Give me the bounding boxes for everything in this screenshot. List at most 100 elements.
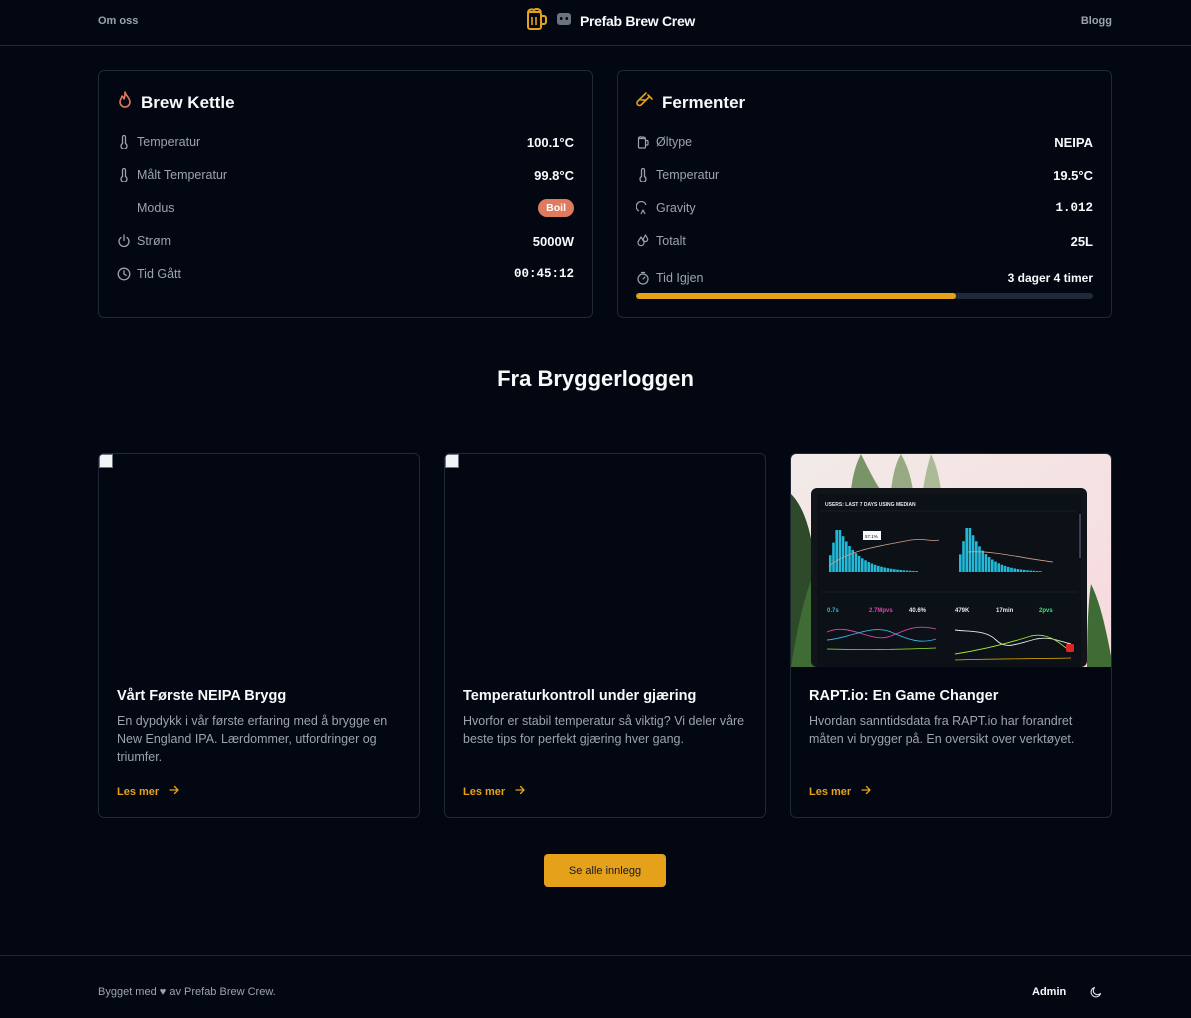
histogram-bar — [968, 528, 972, 572]
droplets-icon — [636, 234, 650, 248]
histogram-bar — [1016, 569, 1020, 572]
site-footer: Bygget med ♥ av Prefab Brew Crew. Admin — [0, 955, 1191, 1018]
histogram-bar — [1035, 570, 1039, 572]
histogram-bar — [889, 568, 893, 572]
clock-icon — [117, 267, 131, 281]
post-description: En dypdykk i vår første erfaring med å b… — [117, 714, 388, 764]
row-value: 19.5°C — [1053, 167, 1093, 183]
admin-link[interactable]: Admin — [1032, 986, 1066, 998]
histogram-bar — [902, 570, 906, 572]
row-label: Tid Gått — [137, 267, 181, 281]
row-label: Øltype — [656, 135, 693, 149]
histogram-bar — [1013, 568, 1016, 572]
card-title-text: Fermenter — [662, 92, 746, 112]
histogram-bar — [867, 562, 870, 572]
power-icon — [117, 234, 131, 248]
row-value: 00:45:12 — [513, 267, 574, 281]
histogram-bar — [991, 559, 994, 572]
gravity-icon — [636, 201, 650, 215]
fermenter-row-temperature: Temperatur 19.5°C — [636, 165, 1093, 185]
histogram-bar — [912, 570, 915, 572]
row-value: NEIPA — [1054, 134, 1093, 150]
histogram-bar — [987, 557, 991, 572]
dashboard-stat: 479K — [955, 608, 970, 614]
histogram-bar — [905, 570, 909, 572]
histogram-bar — [857, 555, 861, 572]
histogram-bar — [838, 530, 842, 572]
post-image-dashboard-photo: USERS: LAST 7 DAYS USING MEDIAN 57.1% 0.… — [791, 454, 1111, 667]
nav-link-om-oss[interactable]: Om oss — [98, 15, 138, 27]
brand-title: Prefab Brew Crew — [580, 13, 696, 29]
histogram-bar — [883, 567, 886, 572]
histogram-bar — [965, 528, 968, 572]
histogram-bar — [864, 560, 867, 572]
histogram-bar — [832, 542, 835, 572]
site-header: Om oss Prefab Brew Crew Blogg — [0, 0, 1191, 46]
post-description: Hvordan sanntidsdata fra RAPT.io har for… — [809, 714, 1075, 746]
kettle-row-measured-temperature: Målt Temperatur 99.8°C — [117, 165, 574, 185]
brand-logo-link[interactable]: Prefab Brew Crew — [526, 7, 696, 36]
theme-toggle-moon-icon[interactable] — [1089, 985, 1103, 999]
histogram-bar — [880, 566, 883, 572]
arrow-right-icon — [169, 785, 179, 798]
brew-kettle-card: Brew Kettle Temperatur 100.1°C Målt Temp… — [98, 70, 593, 318]
dashboard-stat: 2pvs — [1039, 608, 1053, 614]
beer-icon — [636, 135, 650, 149]
histogram-bar — [997, 563, 1000, 572]
bot-icon — [556, 11, 572, 32]
fermenter-row-time-remaining: Tid Igjen 3 dager 4 timer — [636, 268, 1093, 288]
histogram-bar — [975, 541, 978, 572]
histogram-bar — [1019, 569, 1023, 572]
row-value: 3 dager 4 timer — [1007, 271, 1093, 285]
histogram-bar — [981, 550, 984, 572]
footer-credit: Bygget med ♥ av Prefab Brew Crew. — [98, 986, 276, 998]
row-value: 99.8°C — [534, 167, 574, 183]
blog-post-card[interactable]: USERS: LAST 7 DAYS USING MEDIAN 57.1% 0.… — [790, 453, 1112, 818]
histogram-bar — [896, 569, 899, 572]
dashboard-stat: 0.7s — [827, 608, 839, 614]
kettle-row-mode: Modus Boil — [117, 198, 574, 218]
test-tube-icon — [636, 91, 654, 114]
post-description: Hvorfor er stabil temperatur så viktig? … — [463, 714, 745, 746]
post-title: Temperaturkontroll under gjæring — [463, 688, 697, 704]
histogram-bar — [873, 564, 877, 572]
post-image — [445, 454, 765, 667]
histogram-bar — [870, 563, 874, 572]
broken-image-icon — [99, 454, 113, 468]
dashboard-stat: 17min — [996, 608, 1014, 614]
row-label: Gravity — [656, 201, 696, 215]
nav-link-blogg[interactable]: Blogg — [1081, 15, 1112, 27]
arrow-right-icon — [515, 785, 525, 798]
histogram-bar — [861, 558, 864, 572]
fermenter-row-gravity: Gravity 1.012 — [636, 198, 1093, 218]
beer-mug-icon — [526, 7, 548, 36]
fermentation-progress-bar — [636, 293, 1093, 299]
dashboard-header: USERS: LAST 7 DAYS USING MEDIAN — [825, 502, 916, 508]
read-more-link[interactable]: Les mer — [117, 785, 179, 798]
blog-post-card[interactable]: Vårt Første NEIPA Brygg En dypdykk i vår… — [98, 453, 420, 818]
card-title-text: Brew Kettle — [141, 92, 235, 112]
histogram-bar — [1032, 570, 1036, 572]
blog-post-card[interactable]: Temperaturkontroll under gjæring Hvorfor… — [444, 453, 766, 818]
dashboard-stat: 2.7Mpvs — [869, 608, 893, 614]
read-more-label: Les mer — [809, 785, 852, 798]
timer-icon — [636, 271, 650, 285]
histogram-bar — [1023, 569, 1026, 572]
read-more-link[interactable]: Les mer — [809, 785, 871, 798]
fermenter-row-beer-type: Øltype NEIPA — [636, 132, 1093, 152]
post-title: Vårt Første NEIPA Brygg — [117, 688, 287, 704]
broken-image-icon — [445, 454, 459, 468]
see-all-posts-button[interactable]: Se alle innlegg — [544, 854, 666, 887]
read-more-link[interactable]: Les mer — [463, 785, 525, 798]
progress-fill — [636, 293, 956, 299]
histogram-bar — [909, 570, 912, 572]
thermometer-icon — [636, 168, 650, 182]
histogram-bar — [1007, 566, 1010, 572]
thermometer-icon — [117, 168, 131, 182]
dashboard-stat: 40.6% — [909, 608, 927, 614]
histogram-bar — [959, 554, 962, 572]
histogram-bar — [1010, 567, 1013, 572]
histogram-bar — [886, 568, 890, 572]
row-label: Temperatur — [137, 135, 201, 149]
kettle-row-elapsed: Tid Gått 00:45:12 — [117, 264, 574, 284]
